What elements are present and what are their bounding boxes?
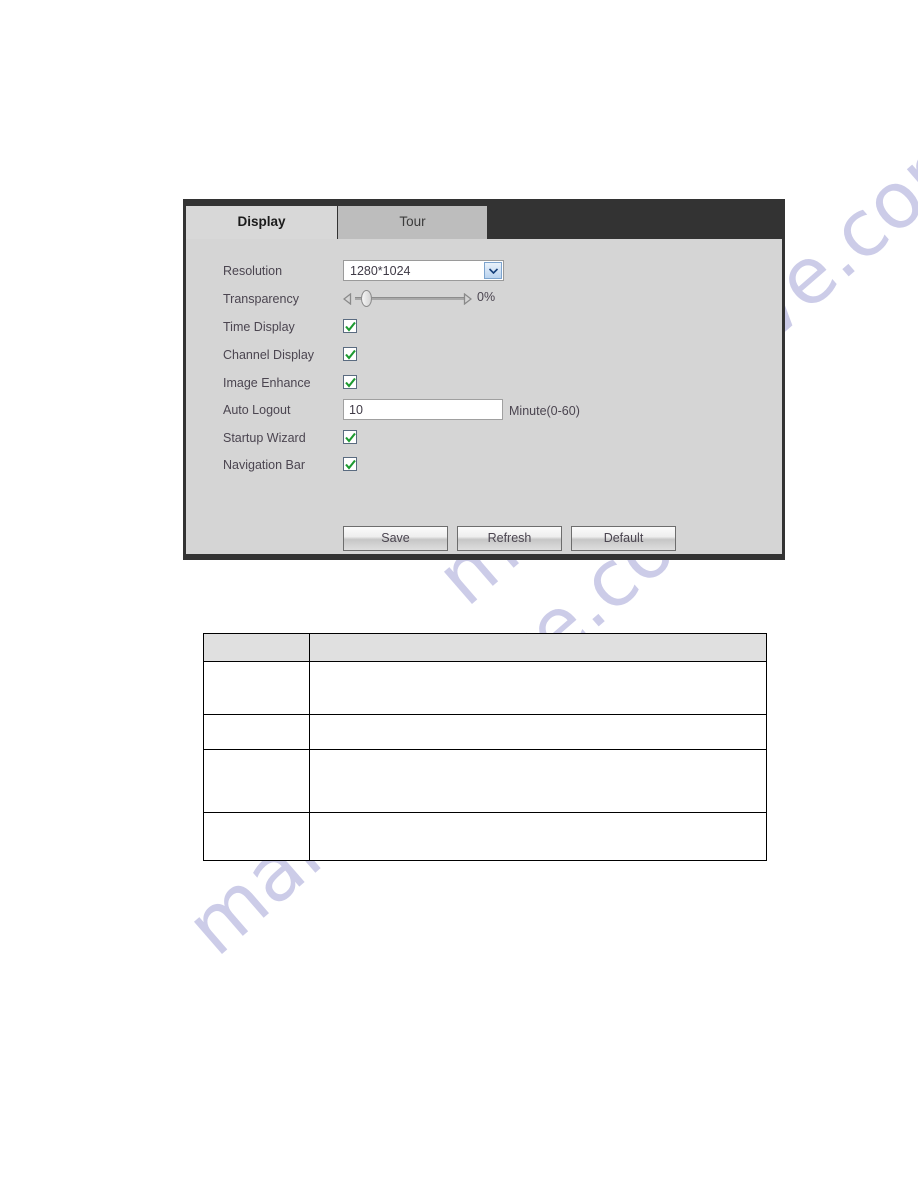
time-display-checkbox[interactable] [343, 319, 357, 333]
triangle-right-icon[interactable] [463, 292, 473, 310]
transparency-label: Transparency [223, 292, 299, 306]
check-icon [345, 349, 356, 360]
time-display-field [343, 316, 357, 333]
check-icon [345, 459, 356, 470]
row-navigation-bar: Navigation Bar [186, 456, 782, 484]
table-header-row [203, 633, 767, 662]
auto-logout-unit: Minute(0-60) [509, 404, 580, 418]
row-transparency: Transparency 0% [186, 290, 782, 318]
table-row [203, 714, 767, 750]
navigation-bar-field [343, 454, 357, 471]
default-button[interactable]: Default [571, 526, 676, 551]
table-header-cell-function [309, 633, 767, 662]
table-cell-function [309, 714, 767, 750]
channel-display-field [343, 344, 357, 361]
table-cell-parameter [203, 661, 310, 715]
table-row [203, 661, 767, 715]
resolution-selected-value: 1280*1024 [350, 264, 411, 278]
display-settings-panel: Display Tour Resolution 1280*1024 Transp… [183, 199, 785, 560]
save-button[interactable]: Save [343, 526, 448, 551]
table-row [203, 749, 767, 813]
tab-tour[interactable]: Tour [338, 206, 487, 239]
navigation-bar-label: Navigation Bar [223, 458, 305, 472]
check-icon [345, 432, 356, 443]
resolution-field: 1280*1024 [343, 260, 504, 281]
transparency-field: 0% [342, 288, 496, 310]
check-icon [345, 321, 356, 332]
table-cell-function [309, 812, 767, 861]
transparency-value: 0% [477, 290, 496, 304]
row-time-display: Time Display [186, 318, 782, 346]
channel-display-label: Channel Display [223, 348, 315, 362]
row-image-enhance: Image Enhance [186, 374, 782, 402]
triangle-left-icon[interactable] [342, 292, 352, 310]
check-icon [345, 377, 356, 388]
auto-logout-field [343, 399, 503, 420]
row-auto-logout: Auto Logout Minute(0-60) [186, 399, 782, 429]
table-cell-parameter [203, 749, 310, 813]
table-header-cell-parameter [203, 633, 310, 662]
refresh-button[interactable]: Refresh [457, 526, 562, 551]
tab-display[interactable]: Display [186, 206, 337, 239]
slider-handle[interactable] [361, 290, 372, 307]
row-channel-display: Channel Display [186, 346, 782, 374]
auto-logout-label: Auto Logout [223, 403, 291, 417]
parameter-description-table [203, 633, 767, 861]
resolution-select[interactable]: 1280*1024 [343, 260, 504, 281]
image-enhance-label: Image Enhance [223, 376, 311, 390]
image-enhance-field [343, 372, 357, 389]
chevron-down-icon[interactable] [484, 262, 502, 279]
transparency-slider[interactable]: 0% [342, 288, 496, 310]
image-enhance-checkbox[interactable] [343, 375, 357, 389]
startup-wizard-label: Startup Wizard [223, 431, 306, 445]
table-row [203, 812, 767, 861]
time-display-label: Time Display [223, 320, 295, 334]
navigation-bar-checkbox[interactable] [343, 457, 357, 471]
table-cell-parameter [203, 812, 310, 861]
panel-body: Resolution 1280*1024 Transparency 0% Tim… [186, 239, 782, 554]
channel-display-checkbox[interactable] [343, 347, 357, 361]
tab-bar: Display Tour [183, 199, 785, 239]
table-cell-parameter [203, 714, 310, 750]
startup-wizard-field [343, 427, 357, 444]
resolution-label: Resolution [223, 264, 283, 278]
row-resolution: Resolution 1280*1024 [186, 260, 782, 290]
auto-logout-input[interactable] [343, 399, 503, 420]
row-startup-wizard: Startup Wizard [186, 429, 782, 457]
startup-wizard-checkbox[interactable] [343, 430, 357, 444]
table-cell-function [309, 661, 767, 715]
watermark-layer: manualshive.com manualshive.com [0, 0, 918, 1188]
button-row: Save Refresh Default [186, 526, 782, 552]
table-cell-function [309, 749, 767, 813]
